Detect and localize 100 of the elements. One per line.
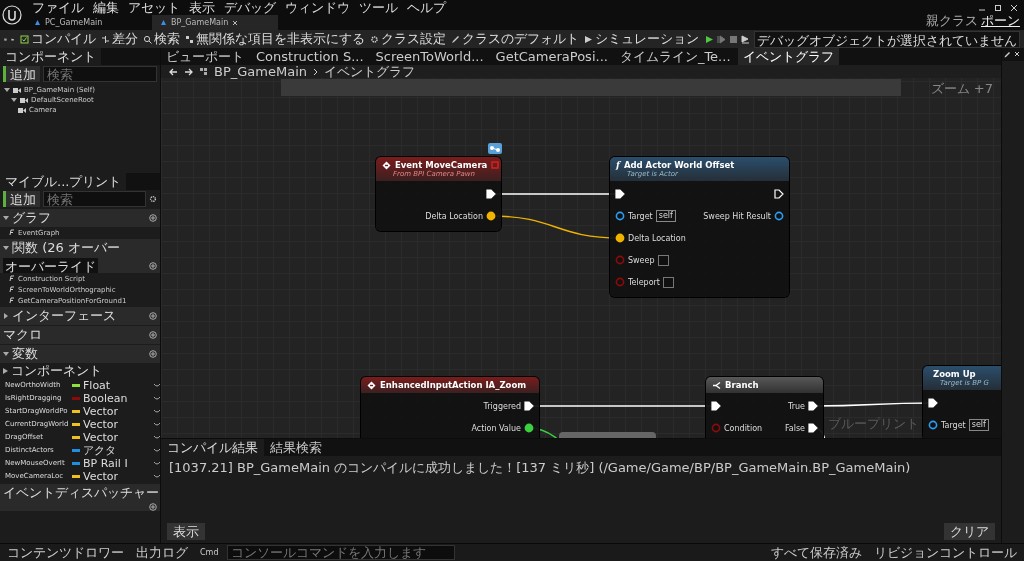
exec-pin-icon[interactable] [928,398,938,408]
graph-tab[interactable]: タイムライン_Te... [614,48,736,65]
output-tab[interactable]: 結果検索 [264,439,328,456]
menu-item[interactable]: ウィンドウ [285,0,350,15]
value-field[interactable]: self [655,210,676,222]
visibility-icon[interactable] [154,461,160,466]
debug-object-dropdown[interactable]: デバッグオブジェクトが選択されていません [754,30,1020,48]
graph-tab[interactable]: イベントグラフ [737,48,839,65]
my-blueprint-tab[interactable]: マイブル...プリント [0,173,127,190]
graph-node[interactable]: Branch True Condition False [706,377,823,438]
checkbox[interactable] [663,276,674,288]
close-icon[interactable] [1010,3,1018,12]
data-pin-icon[interactable] [615,211,625,221]
breadcrumb-item[interactable]: イベントグラフ [324,65,415,81]
maximize-icon[interactable] [994,3,1002,12]
graph-tab[interactable]: ビューポート [161,48,249,65]
step-icon[interactable] [717,34,726,44]
variable-type[interactable]: Float [83,379,151,392]
data-pin-icon[interactable] [774,211,784,221]
add-icon[interactable] [149,214,157,222]
menu-item[interactable]: ファイル [32,0,84,15]
collapse-arrow-icon[interactable] [3,245,9,251]
settings-icon[interactable] [149,195,157,203]
menu-item[interactable]: 表示 [189,0,215,15]
filter-dropdown[interactable]: 表示 [167,523,205,540]
variable-type[interactable]: Vector [83,431,151,444]
expand-arrow-icon[interactable] [3,368,8,374]
output-log-button[interactable]: 出力ログ [133,543,191,561]
variable-type[interactable]: Vector [83,418,151,431]
visibility-icon[interactable] [154,474,160,479]
toolbar-button[interactable]: シミュレーション [582,30,701,48]
variable-type[interactable]: BP Rail I [83,457,151,470]
graph-tab[interactable]: ScreenToWorld... [370,48,489,65]
visibility-icon[interactable] [154,435,160,440]
exec-pin-icon[interactable] [808,401,818,411]
search-field[interactable]: 検索 [43,191,146,207]
components-tab[interactable]: コンポーネント [0,48,101,65]
data-pin-icon[interactable] [928,420,938,430]
document-tab[interactable]: BP_GameMain [152,15,278,30]
toolbar-button[interactable]: コンパイル [18,30,98,48]
exec-pin-icon[interactable] [774,189,784,199]
add-icon[interactable] [149,261,157,270]
section-header[interactable]: 関数 (26 オーバー [12,239,120,257]
variable-type[interactable]: アクタ [83,444,151,457]
document-tab[interactable]: PC_GameMain [26,15,152,30]
eject-icon[interactable] [741,34,750,44]
close-icon[interactable] [232,19,239,26]
graph-tab[interactable]: GetCameraPosi... [490,48,613,65]
menu-item[interactable]: ツール [359,0,398,15]
add-icon[interactable] [149,503,157,511]
visibility-icon[interactable] [154,396,160,401]
collapse-arrow-icon[interactable] [3,215,9,221]
exec-pin-icon[interactable] [711,401,721,411]
menu-item[interactable]: アセット [128,0,180,15]
variable-type[interactable]: Boolean [83,392,151,405]
visibility-icon[interactable] [154,448,160,453]
menu-item[interactable]: ヘルプ [407,0,446,15]
data-pin-icon[interactable] [486,211,496,221]
exec-pin-icon[interactable] [524,401,534,411]
exec-pin-icon[interactable] [486,189,496,199]
stop-icon[interactable] [729,34,738,44]
section-header[interactable]: 変数 [12,345,38,363]
forward-icon[interactable] [184,67,193,76]
content-drawer-button[interactable]: コンテンツドロワー [4,543,127,561]
add-button[interactable]: 追加 [3,66,40,82]
output-tab[interactable]: コンパイル結果 [161,439,264,456]
variable-type[interactable]: Vector [83,405,151,418]
toolbar-button[interactable]: 検索 [141,30,182,48]
data-pin-icon[interactable] [524,423,534,433]
engine-logo-icon[interactable] [2,5,22,25]
expand-arrow-icon[interactable] [3,313,9,319]
pencil-icon[interactable] [1004,51,1011,58]
play-icon[interactable] [705,34,714,44]
subsection-header[interactable]: コンポーネント [11,362,102,380]
toolbar-button[interactable]: クラスのデフォルト [449,30,581,48]
visibility-icon[interactable] [154,422,160,427]
toolbar-button[interactable]: 差分 [99,30,140,48]
value-field[interactable]: self [968,419,989,431]
back-icon[interactable] [169,67,178,76]
toolbar-button[interactable]: 無関係な項目を非表示にする [183,30,367,48]
breadcrumb-item[interactable]: BP_GameMain [214,65,307,79]
cmd-dropdown[interactable]: Cmd [197,548,222,557]
collapse-arrow-icon[interactable] [3,351,9,357]
graph-tab[interactable]: Construction S... [251,48,369,65]
add-button[interactable]: 追加 [3,191,40,207]
add-icon[interactable] [149,312,157,320]
visibility-icon[interactable] [154,409,160,414]
visibility-icon[interactable] [154,383,160,388]
graph-node[interactable]: EnhancedInputAction IA_Zoom Triggered Action Value [361,377,539,438]
clear-button[interactable]: クリア [944,523,995,540]
toolbar-button[interactable]: クラス設定 [368,30,448,48]
variable-type[interactable]: Vector [83,470,151,483]
menu-item[interactable]: 編集 [93,0,119,15]
revision-control-button[interactable]: リビジョンコントロール [871,543,1020,561]
override-dropdown[interactable]: オーバーライド [3,258,98,273]
add-icon[interactable] [149,350,157,358]
console-field[interactable]: コンソールコマンドを入力します [227,545,456,560]
close-icon[interactable] [1014,51,1020,57]
data-pin-icon[interactable] [615,233,625,243]
menu-item[interactable]: デバッグ [224,0,276,15]
